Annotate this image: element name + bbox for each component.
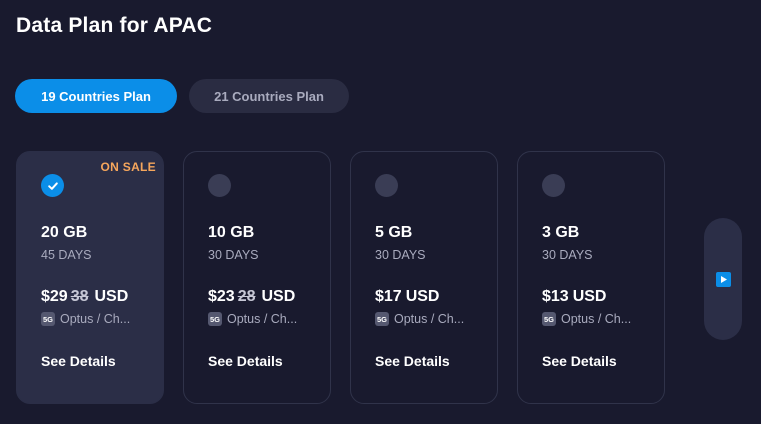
tab-21-countries[interactable]: 21 Countries Plan [189,79,349,113]
plan-price: $13 USD [542,288,606,306]
plan-duration: 30 DAYS [375,248,426,262]
plan-duration: 30 DAYS [208,248,259,262]
tab-19-countries[interactable]: 19 Countries Plan [15,79,177,113]
plan-duration: 45 DAYS [41,248,92,262]
plan-data-size: 10 GB [208,224,255,241]
5g-icon: 5G [542,312,556,326]
current-price: $13 [542,288,569,305]
data-plan-page: Data Plan for APAC 19 Countries Plan 21 … [0,0,761,424]
plan-data-size: 5 GB [375,224,413,241]
original-price: 28 [237,288,256,305]
5g-icon: 5G [41,312,55,326]
plan-radio-selected[interactable] [41,174,64,197]
next-plans-button[interactable] [704,218,742,340]
original-price: 38 [70,288,89,305]
network-operators: Optus / Ch... [394,312,465,326]
currency: USD [94,288,129,305]
plan-data-size: 20 GB [41,224,88,241]
plan-price: $23 28 USD [208,288,295,306]
plan-duration: 30 DAYS [542,248,593,262]
plan-price: $29 38 USD [41,288,128,306]
network-info: 5G Optus / Ch... [375,312,464,326]
currency: USD [261,288,296,305]
current-price: $29 [41,288,68,305]
see-details-link[interactable]: See Details [208,353,283,369]
current-price: $23 [208,288,235,305]
network-operators: Optus / Ch... [60,312,131,326]
plan-data-size: 3 GB [542,224,580,241]
see-details-link[interactable]: See Details [375,353,450,369]
network-info: 5G Optus / Ch... [208,312,297,326]
see-details-link[interactable]: See Details [41,353,116,369]
currency: USD [405,288,440,305]
plan-radio[interactable] [208,174,231,197]
network-operators: Optus / Ch... [561,312,632,326]
plan-card-10gb[interactable]: 10 GB 30 DAYS $23 28 USD 5G Optus / Ch... … [183,151,331,404]
plan-card-5gb[interactable]: 5 GB 30 DAYS $17 USD 5G Optus / Ch... See… [350,151,498,404]
5g-icon: 5G [375,312,389,326]
plan-card-3gb[interactable]: 3 GB 30 DAYS $13 USD 5G Optus / Ch... See… [517,151,665,404]
currency: USD [572,288,607,305]
network-info: 5G Optus / Ch... [542,312,631,326]
plan-tabs: 19 Countries Plan 21 Countries Plan [15,79,349,113]
plan-radio[interactable] [542,174,565,197]
play-next-icon [715,271,731,287]
current-price: $17 [375,288,402,305]
see-details-link[interactable]: See Details [542,353,617,369]
page-title: Data Plan for APAC [16,14,213,37]
plan-card-20gb[interactable]: ON SALE 20 GB 45 DAYS $29 38 USD 5G Optus … [16,151,164,404]
check-icon [47,181,58,190]
plan-radio[interactable] [375,174,398,197]
5g-icon: 5G [208,312,222,326]
network-info: 5G Optus / Ch... [41,312,130,326]
plan-price: $17 USD [375,288,439,306]
on-sale-badge: ON SALE [100,160,156,174]
network-operators: Optus / Ch... [227,312,298,326]
